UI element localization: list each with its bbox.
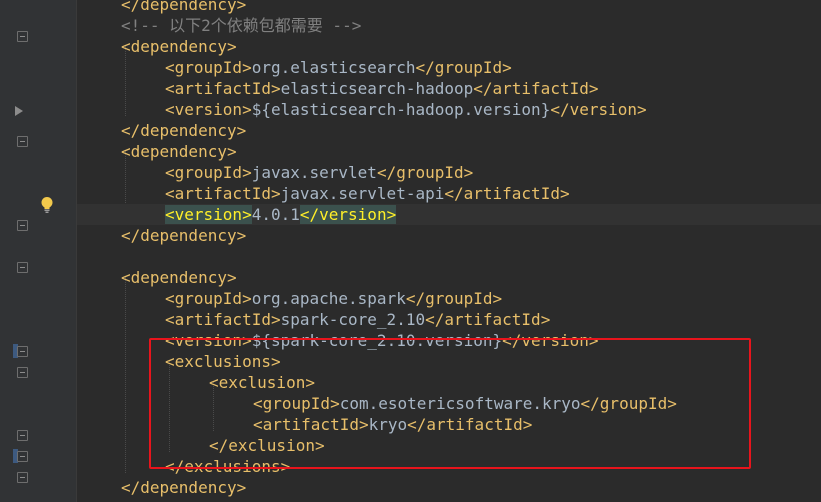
lightbulb-icon[interactable] xyxy=(40,196,54,214)
xml-tag: </artifactId> xyxy=(473,79,599,98)
xml-value: org.elasticsearch xyxy=(251,58,416,77)
fold-minus-icon[interactable] xyxy=(17,346,28,357)
fold-minus-icon[interactable] xyxy=(17,262,28,273)
code-line[interactable]: <version>4.0.1</version> xyxy=(77,204,821,225)
xml-tag: </dependency> xyxy=(121,478,247,497)
code-line[interactable]: <artifactId>spark-core_2.10</artifactId> xyxy=(77,309,550,330)
xml-tag: </version> xyxy=(550,100,647,119)
xml-tag: </groupId> xyxy=(405,289,503,308)
xml-tag: <artifactId> xyxy=(165,184,281,203)
editor-gutter[interactable] xyxy=(0,0,77,502)
xml-tag: <dependency> xyxy=(121,268,237,287)
xml-tag: </artifactId> xyxy=(425,310,551,329)
fold-minus-icon[interactable] xyxy=(17,220,28,231)
xml-value: ${elasticsearch-hadoop.version} xyxy=(251,100,551,119)
xml-tag: <groupId> xyxy=(165,289,252,308)
xml-tag: </dependency> xyxy=(121,121,247,140)
xml-value: javax.servlet-api xyxy=(280,184,445,203)
fold-minus-icon[interactable] xyxy=(17,451,28,462)
xml-value: elasticsearch-hadoop xyxy=(280,79,474,98)
code-editor[interactable]: </dependency> <!-- 以下2个依赖包都需要 --> <depende… xyxy=(0,0,821,502)
code-line[interactable]: </dependency> xyxy=(77,225,246,246)
xml-tag: </dependency> xyxy=(121,226,247,245)
code-line[interactable]: </dependency> xyxy=(77,0,246,15)
xml-value: javax.servlet xyxy=(251,163,377,182)
xml-tag: <version> xyxy=(165,205,252,224)
fold-minus-icon[interactable] xyxy=(17,367,28,378)
xml-tag: <dependency> xyxy=(121,37,237,56)
code-line[interactable]: <dependency> xyxy=(77,36,237,57)
fold-minus-icon[interactable] xyxy=(17,31,28,42)
code-line[interactable] xyxy=(77,246,121,267)
code-line[interactable]: <artifactId>elasticsearch-hadoop</artifa… xyxy=(77,78,598,99)
xml-tag: </groupId> xyxy=(376,163,474,182)
xml-tag: <artifactId> xyxy=(165,310,281,329)
xml-comment: <!-- 以下2个依赖包都需要 --> xyxy=(121,16,362,35)
code-line[interactable]: <dependency> xyxy=(77,267,237,288)
code-line[interactable]: <groupId>org.elasticsearch</groupId> xyxy=(77,57,512,78)
xml-tag: <version> xyxy=(165,100,252,119)
fold-arrow-icon[interactable] xyxy=(15,106,23,116)
xml-tag: <groupId> xyxy=(165,58,252,77)
xml-tag: <groupId> xyxy=(165,163,252,182)
xml-tag: <artifactId> xyxy=(165,79,281,98)
xml-value: 4.0.1 xyxy=(251,205,300,224)
xml-tag: </artifactId> xyxy=(444,184,570,203)
fold-minus-icon[interactable] xyxy=(17,136,28,147)
code-line[interactable]: <dependency> xyxy=(77,141,237,162)
xml-value: org.apache.spark xyxy=(251,289,406,308)
xml-value: spark-core_2.10 xyxy=(280,310,426,329)
xml-tag: </version> xyxy=(299,205,397,224)
xml-tag: </groupId> xyxy=(415,58,512,77)
fold-minus-icon[interactable] xyxy=(17,472,28,483)
code-line[interactable]: </dependency> xyxy=(77,477,246,498)
fold-minus-icon[interactable] xyxy=(17,430,28,441)
code-line[interactable]: </dependency> xyxy=(77,120,246,141)
xml-tag: </dependency> xyxy=(121,0,247,14)
code-line[interactable]: <artifactId>javax.servlet-api</artifactI… xyxy=(77,183,570,204)
code-line[interactable]: <groupId>org.apache.spark</groupId> xyxy=(77,288,502,309)
xml-tag: <dependency> xyxy=(121,142,237,161)
annotation-highlight-box xyxy=(149,338,751,469)
code-line[interactable]: <groupId>javax.servlet</groupId> xyxy=(77,162,473,183)
code-line[interactable]: <!-- 以下2个依赖包都需要 --> xyxy=(77,15,361,36)
code-line[interactable]: <version>${elasticsearch-hadoop.version}… xyxy=(77,99,647,120)
